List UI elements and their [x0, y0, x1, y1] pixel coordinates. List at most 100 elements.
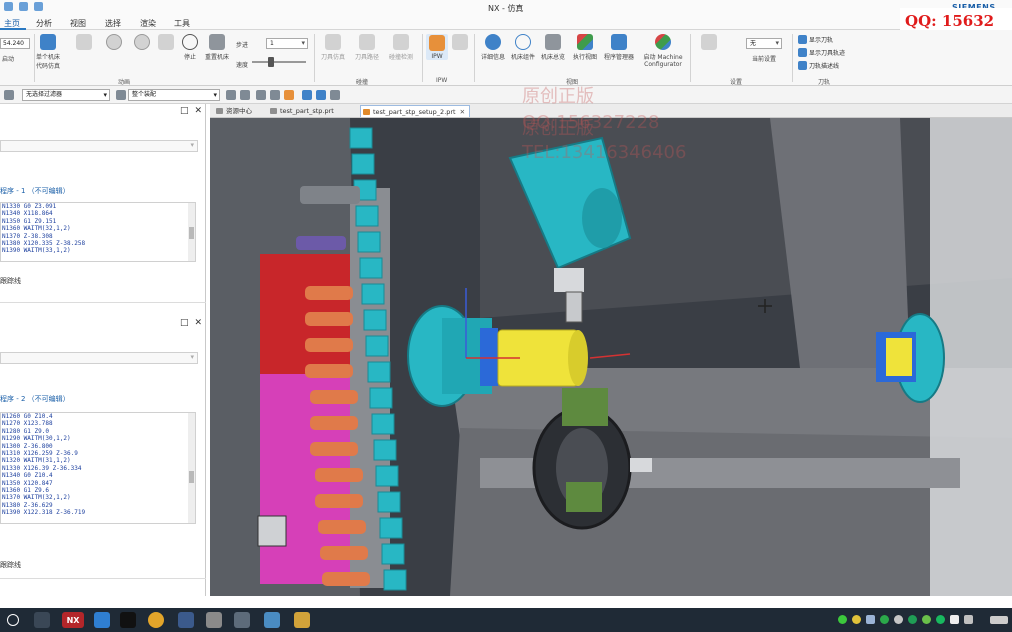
stop-button[interactable]: 停止: [180, 34, 200, 61]
step-button[interactable]: [156, 34, 176, 52]
code-line: N1310 X126.259 Z-36.9: [2, 450, 78, 458]
app-icon-5[interactable]: [178, 612, 194, 628]
code-view-2[interactable]: N1260 G0 Z10.4 N1270 X123.788 N1280 G1 Z…: [0, 412, 196, 524]
select-icon[interactable]: [240, 90, 250, 100]
code-line: N1260 G0 Z10.4: [2, 413, 53, 420]
channel-select-1[interactable]: [0, 140, 198, 152]
tab-render[interactable]: 渲染: [140, 18, 156, 29]
toggle-trace-line[interactable]: 刀轨描述线: [798, 61, 839, 70]
toolpath-icon: [798, 35, 807, 44]
tray-icon-6[interactable]: [908, 615, 917, 624]
close-tab-icon[interactable]: ✕: [460, 108, 465, 116]
collision-check-button[interactable]: 碰撞检测: [386, 34, 416, 61]
speed-label: 速度: [236, 62, 249, 69]
chrome-icon[interactable]: [148, 612, 164, 628]
view-fit-icon[interactable]: [316, 90, 326, 100]
app-icon-7[interactable]: [234, 612, 250, 628]
machine-components-button[interactable]: 机床组件: [508, 34, 538, 61]
tab-tools[interactable]: 工具: [174, 18, 190, 29]
qq-icon[interactable]: [120, 612, 136, 628]
file-explorer-icon[interactable]: [294, 612, 310, 628]
current-settings-label: 当前设置: [752, 56, 777, 63]
close-icon[interactable]: ✕: [194, 106, 202, 116]
filter-icon[interactable]: [116, 90, 126, 100]
app-icon-6[interactable]: [206, 612, 222, 628]
tab-test-part-setup[interactable]: test_part_stp_setup_2.prt ✕: [360, 105, 471, 117]
ipw-button[interactable]: IPW: [426, 34, 448, 60]
menu-bar: 主页 分析 视图 选择 渲染 工具: [0, 16, 1012, 30]
restore-icon[interactable]: □: [180, 318, 189, 328]
nx-app-icon[interactable]: NX: [62, 612, 84, 628]
tray-icon-3[interactable]: [866, 615, 875, 624]
code-scrollbar[interactable]: [188, 413, 195, 523]
tab-resource-center[interactable]: 资源中心: [214, 105, 256, 117]
machine-code-sim-button[interactable]: 单个机床代码仿真: [36, 34, 60, 70]
channel-select-2[interactable]: [0, 352, 198, 364]
select-options-icon[interactable]: [256, 90, 266, 100]
task-view-icon[interactable]: [34, 612, 50, 628]
speed-slider-knob[interactable]: [268, 57, 274, 67]
scroll-thumb[interactable]: [189, 227, 194, 239]
details-button[interactable]: 详细信息: [478, 34, 508, 61]
restore-icon[interactable]: □: [180, 106, 189, 116]
tab-select[interactable]: 选择: [105, 18, 121, 29]
point-icon[interactable]: [270, 90, 280, 100]
tab-test-part[interactable]: test_part_stp.prt: [268, 105, 338, 117]
trace-line-label-1: 跟踪线: [0, 277, 21, 285]
code-scrollbar[interactable]: [188, 203, 195, 261]
undo-icon[interactable]: [19, 2, 28, 11]
channel-panel-1: □ ✕ 程序 - 1 （不可编辑） N1330 G0 Z3.091 N1340 …: [0, 104, 206, 304]
highlight-icon[interactable]: [284, 90, 294, 100]
channel-panel-2: □ ✕ 程序 - 2 （不可编辑） N1260 G0 Z10.4 N1270 X…: [0, 316, 206, 596]
volume-icon[interactable]: [964, 615, 973, 624]
speed-slider-track[interactable]: [252, 61, 306, 63]
snap-icon[interactable]: [226, 90, 236, 100]
render-style-icon[interactable]: [330, 90, 340, 100]
settings-dropdown[interactable]: 无: [746, 38, 782, 49]
app-icon-2[interactable]: [94, 612, 110, 628]
scroll-thumb[interactable]: [189, 471, 194, 483]
selection-filter-dropdown[interactable]: 无选择过滤器: [22, 89, 110, 101]
close-icon[interactable]: ✕: [194, 318, 202, 328]
tool-sim-button[interactable]: 刀具仿真: [318, 34, 348, 61]
execution-view-button[interactable]: 执行视图: [570, 34, 600, 61]
graphics-viewport[interactable]: 原创正版: [210, 118, 1012, 596]
command-value-field[interactable]: 54.240: [0, 38, 30, 49]
tray-icon-7[interactable]: [922, 615, 931, 624]
save-icon[interactable]: [4, 2, 13, 11]
app-icon-8[interactable]: [264, 612, 280, 628]
reset-sim-button[interactable]: [74, 34, 94, 52]
tab-analysis[interactable]: 分析: [36, 18, 52, 29]
reset-icon: [76, 34, 92, 50]
step-label: 步进: [236, 42, 249, 49]
redo-icon[interactable]: [34, 2, 43, 11]
tray-icon-4[interactable]: [880, 615, 889, 624]
toggle-show-tool-trace[interactable]: 显示刀具轨迹: [798, 48, 845, 57]
title-bar: NX - 仿真 SIEMENS: [0, 0, 1012, 16]
tool-path-button[interactable]: 刀具路径: [352, 34, 382, 61]
toggle-show-toolpath[interactable]: 显示刀轨: [798, 35, 833, 44]
reset-machine-button[interactable]: 重置机床: [203, 34, 231, 61]
view-orient-icon[interactable]: [302, 90, 312, 100]
code-view-1[interactable]: N1330 G0 Z3.091 N1340 X118.864 N1350 G1 …: [0, 202, 196, 262]
tray-icon-2[interactable]: [852, 615, 861, 624]
tray-icon-1[interactable]: [838, 615, 847, 624]
code-line: N1360 G1 Z9.6: [2, 487, 49, 495]
machine-overview-button[interactable]: 机床总览: [538, 34, 568, 61]
machine-configurator-button[interactable]: 启动 Machine Configurator: [640, 34, 686, 68]
search-icon[interactable]: [7, 614, 19, 626]
tray-icon-5[interactable]: [894, 615, 903, 624]
menu-icon[interactable]: [4, 90, 14, 100]
tray-icon-9[interactable]: [950, 615, 959, 624]
tray-icon-8[interactable]: [936, 615, 945, 624]
program-manager-button[interactable]: 程序管理器: [602, 34, 636, 61]
rewind-button[interactable]: [104, 34, 124, 52]
speed-dropdown[interactable]: 1: [266, 38, 308, 49]
ipw-option-button[interactable]: [452, 34, 468, 52]
play-button[interactable]: [132, 34, 152, 52]
small-cube: [257, 515, 287, 547]
selection-scope-dropdown[interactable]: 整个装配: [128, 89, 220, 101]
clock[interactable]: [990, 616, 1008, 624]
settings-button[interactable]: [696, 34, 722, 52]
tab-view[interactable]: 视图: [70, 18, 86, 29]
